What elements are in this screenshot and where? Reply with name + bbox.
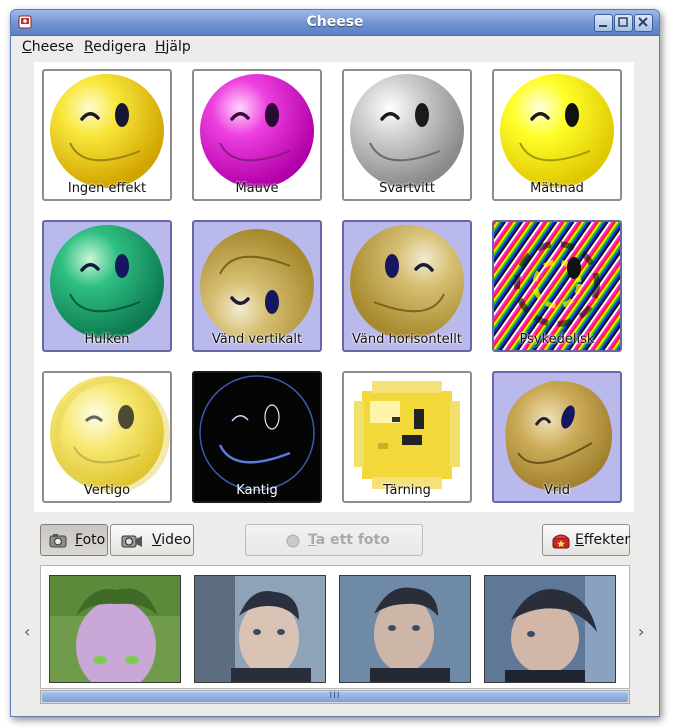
effect-label: Vänd horisontellt [351,332,462,347]
effect-tile-tarning[interactable]: Tärning [342,371,472,503]
photo-thumbnail-strip [40,565,630,689]
smiley-face-image [50,74,164,188]
twisted-smiley-image [505,380,613,491]
menu-bar: Cheese Redigera Hjälp [11,36,659,58]
menu-cheese-label: heese [31,39,74,55]
effect-tile-mauve[interactable]: Mauve [192,69,322,201]
window-title: Cheese [306,14,364,30]
photo-thumbnail[interactable] [194,575,326,683]
photo-thumbnail[interactable] [484,575,616,683]
effect-label: Svartvitt [379,181,435,196]
effect-tile-hulken[interactable]: Hulken [42,220,172,352]
maximize-icon [618,17,628,27]
smiley-face-image [50,225,164,339]
shutter-icon [286,534,300,548]
smiley-face-image [350,225,464,339]
photo-mode-button[interactable]: Foto [40,524,108,556]
take-photo-label-rest: a ett foto [315,532,390,548]
smiley-face-image [350,74,464,188]
menu-cheese[interactable]: Cheese [22,39,74,55]
effect-tile-vrid[interactable]: Vrid [492,371,622,503]
smiley-face-image [500,74,614,188]
video-mode-label: Video [152,532,191,548]
title-bar[interactable]: Cheese [11,10,659,36]
photo-label-rest: oto [82,532,106,548]
edge-smiley-image [199,375,315,491]
smiley-face-image [50,376,170,493]
effect-tile-vand-horisontellt[interactable]: Vänd horisontellt [342,220,472,352]
menu-hjalp[interactable]: Hjälp [155,39,191,55]
take-photo-label: Ta ett foto [308,532,390,548]
thumbnail-scrollbar[interactable]: III [40,690,630,704]
minimize-button[interactable] [594,14,613,32]
psychedelic-swirl-image [494,222,620,350]
effects-icon [552,534,570,549]
video-mnemonic: V [152,532,162,548]
effect-label: Kantig [236,483,278,498]
camera-icon [49,534,67,548]
effect-tile-kantig[interactable]: Kantig [192,371,322,503]
effect-tile-vertigo[interactable]: Vertigo [42,371,172,503]
effect-tile-svartvitt[interactable]: Svartvitt [342,69,472,201]
effect-label: Ingen effekt [67,181,147,196]
close-button[interactable] [634,14,653,32]
effect-tile-mattnad[interactable]: Mättnad [492,69,622,201]
menu-redigera-mnemonic: R [84,39,94,55]
effects-toggle-label: Effekter [575,532,630,548]
close-icon [638,17,648,27]
menu-cheese-mnemonic: C [22,39,32,55]
photo-image [195,576,325,682]
photo-thumbnail[interactable] [339,575,471,683]
effect-label: Vrid [543,483,571,498]
take-photo-button[interactable]: Ta ett foto [245,524,423,556]
scrollbar-thumb[interactable]: III [42,691,628,702]
effect-label: Mättnad [530,181,584,196]
video-label-rest: ideo [161,532,192,548]
photo-image [485,576,615,682]
effect-label: Hulken [84,332,130,347]
effect-tile-vand-vertikalt[interactable]: Vänd vertikalt [192,220,322,352]
video-mode-button[interactable]: Video [110,524,194,556]
video-camera-icon [121,535,142,548]
menu-redigera-label: edigera [93,39,147,55]
effects-toggle-button[interactable]: Effekter [542,524,630,556]
effects-mnemonic: E [575,532,584,548]
effects-label-rest: ffekter [583,532,631,548]
scrollbar-grip: III [329,691,341,701]
effect-label: Tärning [383,483,431,498]
effect-label: Vänd vertikalt [211,332,303,347]
previous-arrow-icon[interactable]: ‹ [24,622,30,641]
menu-hjalp-mnemonic: H [155,39,166,55]
effect-tile-psykedelisk[interactable]: Psykedelisk [492,220,622,352]
menu-hjalp-label: jälp [165,39,191,55]
smiley-face-image [200,229,314,343]
menu-redigera[interactable]: Redigera [84,39,146,55]
cheese-window: Cheese Cheese Redigera Hjälp Ingen effek… [10,9,660,717]
take-photo-mnemonic: T [308,532,316,548]
photo-thumbnail[interactable] [49,575,181,683]
effect-label: Psykedelisk [519,332,595,347]
effect-label: Vertigo [83,483,131,498]
maximize-button[interactable] [614,14,633,32]
effects-grid: Ingen effekt Mauve Svartvitt Mättnad Hul… [34,62,634,512]
photo-image [50,576,180,682]
minimize-icon [599,25,607,27]
photo-mode-label: Foto [75,532,105,548]
photo-mnemonic: F [75,532,83,548]
next-arrow-icon[interactable]: › [638,622,644,641]
effect-tile-ingen-effekt[interactable]: Ingen effekt [42,69,172,201]
smiley-face-image [200,74,314,188]
photo-image [340,576,470,682]
pixelated-smiley-image [354,381,460,489]
effect-label: Mauve [235,181,279,196]
